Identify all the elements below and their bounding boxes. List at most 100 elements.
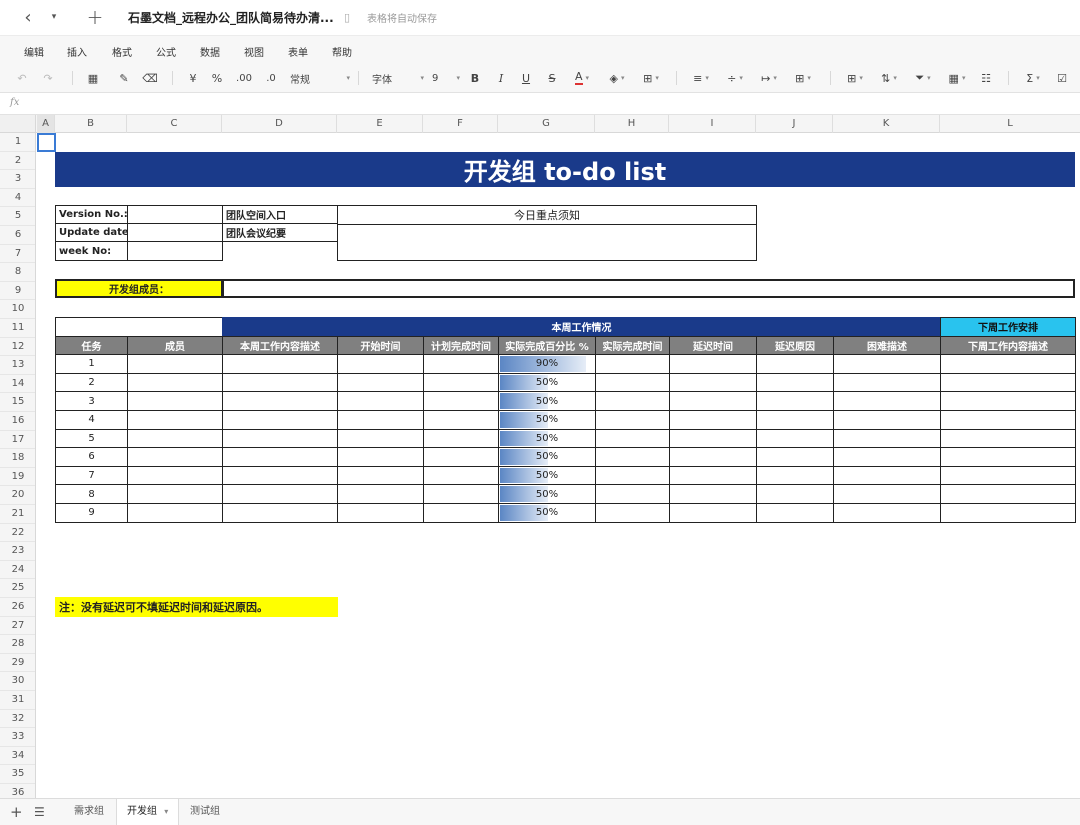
table-cell[interactable] [595,447,670,467]
table-cell[interactable] [669,484,757,504]
update-date-label[interactable]: Update date: [55,223,128,242]
progress-cell[interactable]: 50% [498,428,596,449]
progress-cell[interactable]: 50% [498,503,596,523]
column-header-c[interactable]: C [127,115,222,133]
team-space-link[interactable]: 团队空间入口 [222,205,338,224]
table-cell[interactable] [940,465,1076,486]
new-doc-icon[interactable]: + [84,5,106,29]
row-header[interactable]: 25 [0,579,35,598]
progress-cell[interactable]: 90% [498,354,596,374]
table-cell[interactable] [337,484,424,504]
task-id-cell[interactable]: 9 [55,503,128,523]
insert-table-button[interactable]: ⊞ ▾ [842,70,868,86]
delay-note[interactable]: 注：没有延迟可不填延迟时间和延迟原因。 [55,597,338,617]
row-header[interactable]: 6 [0,226,35,245]
row-header[interactable]: 18 [0,449,35,468]
progress-cell[interactable]: 50% [498,410,596,430]
column-header-f[interactable]: F [423,115,498,133]
italic-button[interactable]: I [494,70,508,86]
table-cell[interactable] [222,465,338,486]
back-icon[interactable]: ‹ [18,6,38,28]
table-cell[interactable] [756,372,834,393]
row-header[interactable]: 4 [0,189,35,208]
task-id-cell[interactable]: 6 [55,447,128,467]
row-header[interactable]: 23 [0,542,35,561]
week-label[interactable]: week No: [55,241,128,261]
table-cell[interactable] [756,354,834,374]
font-select[interactable]: 字体 ▾ [372,70,424,86]
table-cell[interactable] [337,465,424,486]
sum-button[interactable]: Σ ▾ [1020,70,1046,86]
row-header[interactable]: 8 [0,263,35,282]
font-size-select[interactable]: 9 ▾ [432,70,460,86]
table-cell[interactable] [833,484,941,504]
row-header[interactable]: 11 [0,319,35,338]
table-cell[interactable] [833,372,941,393]
table-cell[interactable] [222,372,338,393]
table-cell[interactable] [940,354,1076,374]
row-header[interactable]: 7 [0,245,35,264]
column-title-1[interactable]: 成员 [127,335,223,356]
row-header[interactable]: 36 [0,784,35,798]
table-cell[interactable] [756,503,834,523]
table-cell[interactable] [756,465,834,486]
table-cell[interactable] [222,354,338,374]
menu-view[interactable]: 视图 [244,44,264,59]
table-cell[interactable] [337,447,424,467]
table-cell[interactable] [127,484,223,504]
table-cell[interactable] [756,391,834,411]
underline-button[interactable]: U [519,70,533,86]
redo-icon[interactable]: ↷ [40,70,56,86]
table-cell[interactable] [127,503,223,523]
table-cell[interactable] [423,484,499,504]
column-title-10[interactable]: 下周工作内容描述 [940,335,1076,356]
clear-format-icon[interactable]: ⌫ [142,70,158,86]
menu-insert[interactable]: 插入 [67,44,87,59]
filter-button[interactable]: ⏷ ▾ [910,70,936,86]
row-header[interactable]: 29 [0,654,35,673]
table-cell[interactable] [423,372,499,393]
strikethrough-button[interactable]: S [545,70,559,86]
select-all-corner[interactable] [0,115,36,133]
wrap-button[interactable]: ↦ ▾ [756,70,782,86]
table-cell[interactable] [423,503,499,523]
table-cell[interactable] [756,428,834,449]
menu-format[interactable]: 格式 [112,44,132,59]
menu-edit[interactable]: 编辑 [24,44,44,59]
column-title-2[interactable]: 本周工作内容描述 [222,335,338,356]
column-header-h[interactable]: H [595,115,669,133]
table-cell[interactable] [940,410,1076,430]
table-cell[interactable] [833,503,941,523]
table-cell[interactable] [423,447,499,467]
currency-button[interactable]: ¥ [186,70,200,86]
task-id-cell[interactable]: 2 [55,372,128,393]
row-header[interactable]: 32 [0,710,35,729]
table-cell[interactable] [940,428,1076,449]
row-header[interactable]: 13 [0,356,35,375]
progress-cell[interactable]: 50% [498,465,596,486]
table-cell[interactable] [337,354,424,374]
table-cell[interactable] [669,372,757,393]
row-header[interactable]: 33 [0,728,35,747]
increase-decimal-button[interactable]: .00 [234,70,254,86]
number-format-select[interactable]: 常规 ▾ [290,70,350,86]
table-cell[interactable] [669,503,757,523]
table-cell[interactable] [423,465,499,486]
table-cell[interactable] [337,410,424,430]
table-cell[interactable] [669,447,757,467]
table-cell[interactable] [669,428,757,449]
column-title-5[interactable]: 实际完成百分比 % [498,335,596,356]
table-cell[interactable] [669,465,757,486]
members-value[interactable] [222,279,1075,298]
column-header-e[interactable]: E [337,115,423,133]
table-cell[interactable] [595,465,670,486]
table-cell[interactable] [222,484,338,504]
row-header[interactable]: 19 [0,468,35,487]
undo-icon[interactable]: ↶ [14,70,30,86]
column-title-4[interactable]: 计划完成时间 [423,335,499,356]
spreadsheet-grid[interactable]: 开发组 to-do list Version No.: Update date:… [37,133,1080,798]
table-cell[interactable] [833,354,941,374]
conditional-format-icon[interactable]: ☷ [978,70,994,86]
table-cell[interactable] [337,391,424,411]
column-header-g[interactable]: G [498,115,595,133]
